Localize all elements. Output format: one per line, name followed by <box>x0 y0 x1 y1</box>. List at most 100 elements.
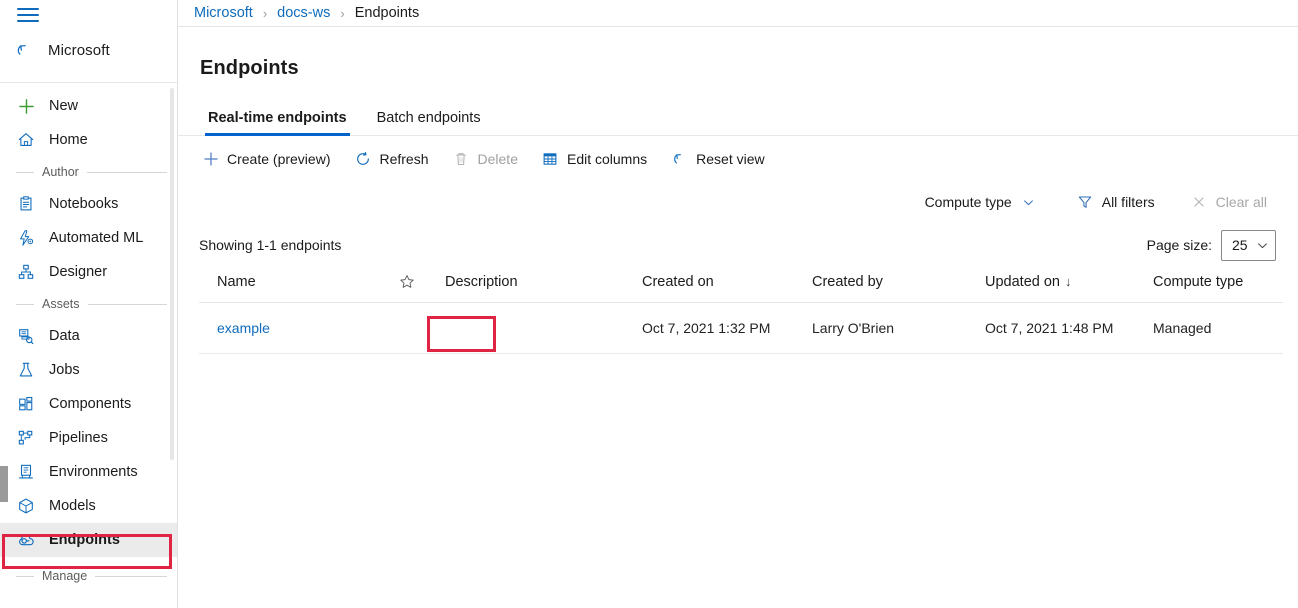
tab-batch-endpoints-label: Batch endpoints <box>377 110 481 126</box>
breadcrumb-item-docs-ws[interactable]: docs-ws <box>277 5 330 21</box>
clear-all-label: Clear all <box>1216 194 1267 210</box>
column-header-name-label: Name <box>217 274 256 290</box>
sidebar-item-notebooks-label: Notebooks <box>49 196 118 212</box>
sidebar-item-designer[interactable]: Designer <box>0 255 177 289</box>
page-size-label: Page size: <box>1147 237 1212 253</box>
tab-bar: Real-time endpoints Batch endpoints <box>178 94 1298 136</box>
column-header-created-on-label: Created on <box>642 274 714 290</box>
compute-type-filter-label: Compute type <box>925 194 1012 210</box>
cell-name: example <box>199 302 399 353</box>
sidebar-item-jobs[interactable]: Jobs <box>0 353 177 387</box>
plus-icon <box>16 96 36 116</box>
table-columns-icon <box>542 151 559 168</box>
components-icon <box>16 394 36 414</box>
table-header-row: Name Description <box>199 274 1283 303</box>
chevron-down-icon <box>1256 239 1269 252</box>
column-header-name[interactable]: Name <box>199 274 399 303</box>
cell-favorite[interactable] <box>399 302 445 353</box>
group-line-left <box>16 172 34 173</box>
undo-icon <box>671 151 688 168</box>
sidebar-item-automated-ml[interactable]: Automated ML <box>0 221 177 255</box>
home-icon <box>16 130 36 150</box>
trash-icon <box>453 151 470 168</box>
command-toolbar: Create (preview) Refresh <box>178 136 1298 173</box>
close-x-icon <box>1191 194 1208 211</box>
back-to-microsoft-button[interactable]: Microsoft <box>0 30 177 70</box>
sidebar-group-author: Author <box>0 157 177 187</box>
breadcrumb-separator: › <box>340 6 344 21</box>
column-header-description[interactable]: Description <box>445 274 642 303</box>
cell-created-on: Oct 7, 2021 1:32 PM <box>642 302 812 353</box>
azure-ml-endpoints-page: Microsoft New Home Author <box>0 0 1298 608</box>
clear-all-button[interactable]: Clear all <box>1182 189 1276 216</box>
refresh-label: Refresh <box>379 151 428 167</box>
all-filters-label: All filters <box>1102 194 1155 210</box>
star-outline-icon <box>399 274 415 290</box>
cell-updated-on: Oct 7, 2021 1:48 PM <box>985 302 1153 353</box>
sidebar-group-assets: Assets <box>0 289 177 319</box>
sidebar-item-jobs-label: Jobs <box>49 362 80 378</box>
data-icon <box>16 326 36 346</box>
cell-description <box>445 302 642 353</box>
page-size-select[interactable]: 25 <box>1221 230 1276 261</box>
tab-real-time-endpoints[interactable]: Real-time endpoints <box>198 108 357 135</box>
hamburger-menu-button[interactable] <box>0 0 177 30</box>
column-header-created-on[interactable]: Created on <box>642 274 812 303</box>
sidebar-item-data-label: Data <box>49 328 80 344</box>
sidebar-item-data[interactable]: Data <box>0 319 177 353</box>
main-content: Microsoft › docs-ws › Endpoints Endpoint… <box>178 0 1298 608</box>
sidebar-item-pipelines[interactable]: Pipelines <box>0 421 177 455</box>
filter-bar: Compute type All filters Clear all <box>178 173 1298 216</box>
compute-type-filter-button[interactable]: Compute type <box>916 189 1046 216</box>
column-header-created-by[interactable]: Created by <box>812 274 985 303</box>
breadcrumb: Microsoft › docs-ws › Endpoints <box>178 0 1298 27</box>
edit-columns-button[interactable]: Edit columns <box>532 146 657 173</box>
column-header-description-label: Description <box>445 274 518 290</box>
pipelines-icon <box>16 428 36 448</box>
sidebar-item-new[interactable]: New <box>0 89 177 123</box>
hamburger-menu-icon <box>17 8 39 22</box>
reset-view-button[interactable]: Reset view <box>661 146 774 173</box>
endpoint-name-link[interactable]: example <box>217 320 270 336</box>
refresh-button[interactable]: Refresh <box>344 146 438 173</box>
funnel-icon <box>1077 194 1094 211</box>
sidebar-item-notebooks[interactable]: Notebooks <box>0 187 177 221</box>
breadcrumb-item-endpoints: Endpoints <box>355 5 420 21</box>
sidebar-item-designer-label: Designer <box>49 264 107 280</box>
column-header-compute-type-label: Compute type <box>1153 274 1243 290</box>
tab-batch-endpoints[interactable]: Batch endpoints <box>367 108 491 135</box>
tab-real-time-endpoints-label: Real-time endpoints <box>208 110 347 126</box>
edit-columns-label: Edit columns <box>567 151 647 167</box>
back-arrow-icon <box>14 40 34 60</box>
sidebar-group-assets-label: Assets <box>42 297 80 311</box>
sidebar-item-new-label: New <box>49 98 78 114</box>
chevron-down-icon <box>1020 194 1037 211</box>
left-navigation-sidebar: Microsoft New Home Author <box>0 0 178 608</box>
sidebar-item-home[interactable]: Home <box>0 123 177 157</box>
create-preview-button[interactable]: Create (preview) <box>192 146 340 173</box>
all-filters-button[interactable]: All filters <box>1068 189 1164 216</box>
table-row[interactable]: example Oct 7, 2021 1:32 PM Larry O'Brie… <box>199 302 1283 353</box>
page-title: Endpoints <box>178 40 1298 80</box>
sidebar-item-environments-label: Environments <box>49 464 138 480</box>
page-size-value: 25 <box>1232 237 1248 253</box>
sidebar-item-environments[interactable]: Environments <box>0 455 177 489</box>
group-line-right <box>95 576 167 577</box>
breadcrumb-separator: › <box>263 6 267 21</box>
column-header-favorite[interactable] <box>399 274 445 303</box>
sidebar-item-models-label: Models <box>49 498 96 514</box>
sidebar-item-endpoints-label: Endpoints <box>49 532 120 548</box>
sidebar-item-components[interactable]: Components <box>0 387 177 421</box>
delete-button[interactable]: Delete <box>443 146 528 173</box>
column-header-updated-on[interactable]: Updated on↓ <box>985 274 1153 303</box>
breadcrumb-item-microsoft[interactable]: Microsoft <box>194 5 253 21</box>
sidebar-item-models[interactable]: Models <box>0 489 177 523</box>
page-size-control: Page size: 25 <box>1147 230 1276 261</box>
sidebar-item-endpoints[interactable]: Endpoints <box>0 523 177 557</box>
group-line-left <box>16 304 34 305</box>
table-body: example Oct 7, 2021 1:32 PM Larry O'Brie… <box>199 302 1283 353</box>
sidebar-group-author-label: Author <box>42 165 79 179</box>
column-header-compute-type[interactable]: Compute type <box>1153 274 1283 303</box>
group-line-right <box>88 304 167 305</box>
list-info-row: Showing 1-1 endpoints Page size: 25 <box>178 216 1298 261</box>
